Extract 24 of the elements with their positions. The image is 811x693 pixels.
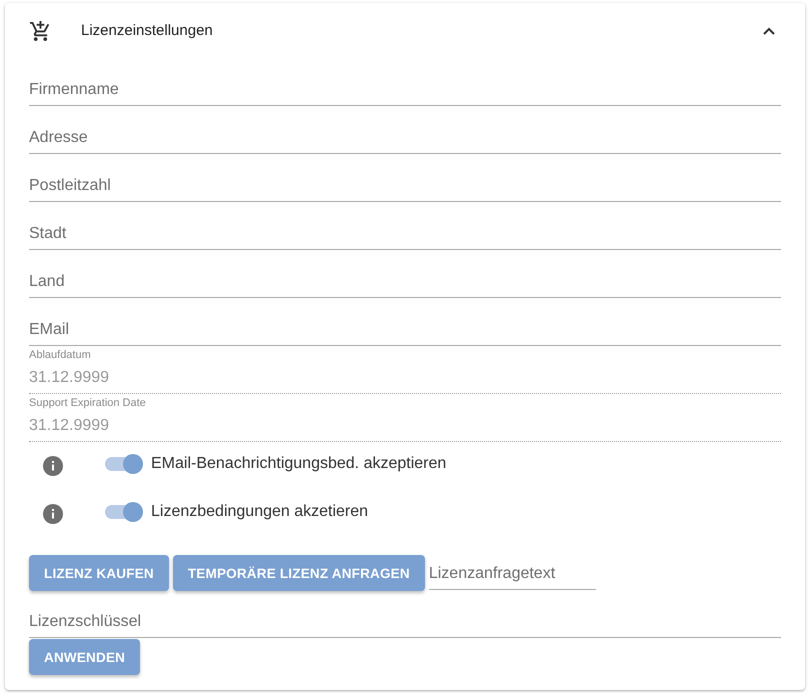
cart-plus-icon [30,20,50,40]
action-button[interactable]: TEMPORÄRE LIZENZ ANFRAGEN [172,555,425,591]
input-field[interactable]: Postleitzahl [29,177,781,202]
info-icon[interactable] [43,456,63,476]
input-field[interactable]: Lizenzschlüssel [29,613,781,638]
input-field[interactable]: Land [29,273,781,298]
action-button[interactable]: LIZENZ KAUFEN [29,555,169,591]
input-field[interactable]: Lizenzanfragetext [428,559,596,590]
toggle-label: EMail-Benachrichtigungsbed. akzeptieren [151,455,446,473]
input-field[interactable]: Firmenname [29,81,781,106]
toggle-label: Lizenzbedingungen akzetieren [151,503,368,521]
panel-title: Lizenzeinstellungen [81,22,214,39]
info-icon[interactable] [43,504,63,524]
input-field[interactable]: Stadt [29,225,781,250]
field-label: Ablaufdatum [29,349,91,361]
apply-button[interactable]: ANWENDEN [29,639,140,675]
toggle-switch[interactable] [105,502,143,522]
field-value: 31.12.9999 [29,417,110,435]
input-field[interactable]: Adresse [29,129,781,154]
field-value: 31.12.9999 [29,369,110,387]
input-field[interactable]: EMail [29,321,781,346]
field-label: Support Expiration Date [29,397,146,409]
chevron-up-icon[interactable] [763,26,775,34]
toggle-switch[interactable] [105,454,143,474]
